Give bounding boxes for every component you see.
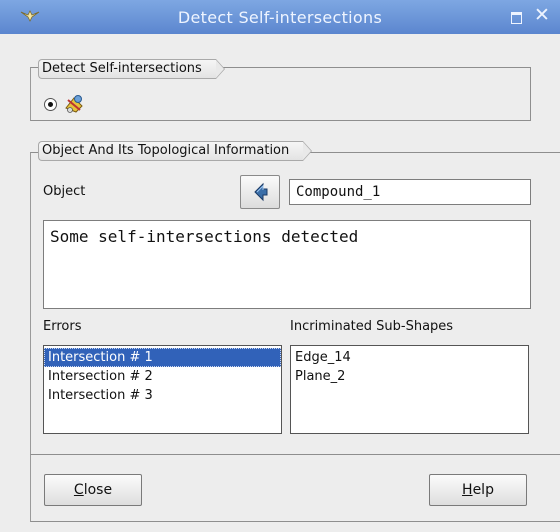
list-item[interactable]: Intersection # 1: [44, 348, 281, 367]
window-title: Detect Self-intersections: [177, 8, 383, 27]
result-text-area[interactable]: Some self-intersections detected: [43, 220, 531, 309]
help-label: elp: [472, 482, 494, 498]
close-button[interactable]: Close: [44, 474, 142, 506]
list-item[interactable]: Intersection # 2: [44, 367, 281, 386]
arrow-select-icon: [251, 182, 269, 206]
object-name-field[interactable]: Compound_1: [289, 179, 531, 205]
close-icon[interactable]: ✕: [534, 4, 550, 26]
close-mnemonic: C: [73, 482, 84, 498]
maximize-icon[interactable]: [511, 12, 522, 24]
object-select-button[interactable]: [240, 175, 280, 209]
object-label: Object: [43, 184, 86, 199]
close-label: lose: [83, 482, 113, 498]
type-group-label: Detect Self-intersections: [38, 59, 225, 79]
subshapes-list[interactable]: Edge_14 Plane_2: [290, 345, 529, 434]
radio-dot: [48, 102, 53, 107]
object-group-label: Object And Its Topological Information: [38, 141, 313, 161]
type-radio-button[interactable]: [44, 98, 57, 111]
self-intersection-shape-icon: [62, 92, 86, 120]
dialog-body: Detect Self-intersections Object And Its…: [0, 34, 560, 532]
list-item[interactable]: Edge_14: [291, 348, 528, 367]
list-item[interactable]: Plane_2: [291, 367, 528, 386]
title-bar[interactable]: Detect Self-intersections ✕: [0, 0, 560, 34]
errors-label: Errors: [43, 319, 82, 334]
help-button[interactable]: Help: [429, 474, 527, 506]
help-mnemonic: H: [462, 482, 473, 498]
list-item[interactable]: Intersection # 3: [44, 386, 281, 405]
subshapes-label: Incriminated Sub-Shapes: [290, 319, 454, 334]
errors-list[interactable]: Intersection # 1 Intersection # 2 Inters…: [43, 345, 282, 434]
